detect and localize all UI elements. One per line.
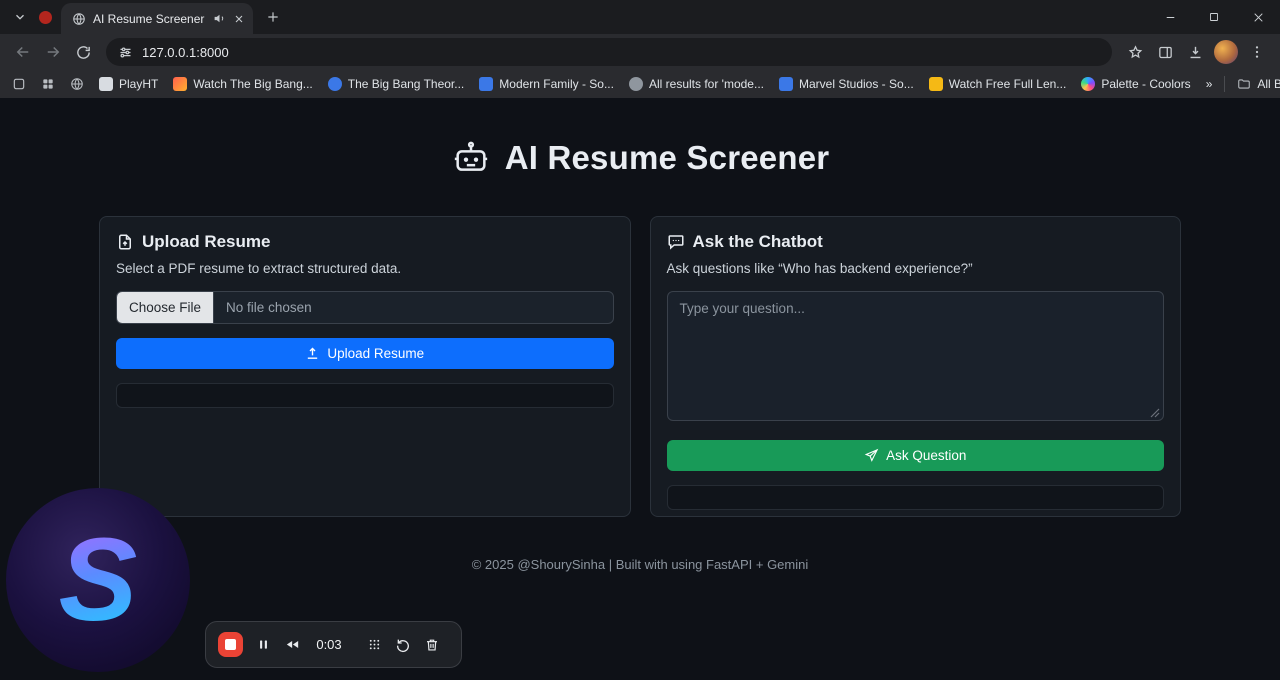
bookmark-label: Watch The Big Bang... <box>193 77 313 91</box>
bookmark-item[interactable]: PlayHT <box>99 77 158 91</box>
tab-search-chevron-icon[interactable] <box>6 3 34 31</box>
tab-favicon-globe-icon <box>72 12 86 26</box>
reload-button[interactable] <box>68 37 98 67</box>
bookmark-item[interactable]: Modern Family - So... <box>479 77 614 91</box>
bookmark-star-icon[interactable] <box>1120 37 1150 67</box>
bookmark-favicon <box>327 77 342 91</box>
upload-arrow-icon <box>308 347 318 359</box>
bookmarks-divider <box>1224 76 1226 92</box>
bookmark-item[interactable]: The Big Bang Theor... <box>327 77 465 91</box>
page-content: AI Resume Screener Upload Resume Select … <box>0 98 1280 680</box>
bookmark-label: PlayHT <box>119 77 159 91</box>
drag-handle-icon[interactable] <box>367 637 382 652</box>
bookmark-label: Watch Free Full Len... <box>948 77 1067 91</box>
bookmark-item[interactable]: Watch Free Full Len... <box>928 77 1067 91</box>
bookmark-favicon <box>173 77 188 91</box>
upload-resume-card: Upload Resume Select a PDF resume to ext… <box>99 216 631 517</box>
rewind-button[interactable] <box>284 636 301 653</box>
window-controls <box>1148 0 1280 34</box>
upload-card-subtitle: Select a PDF resume to extract structure… <box>116 261 402 276</box>
footer-text: © 2025 @ShourySinha | Built with using F… <box>471 557 809 572</box>
bookmark-label: All results for 'mode... <box>648 77 764 91</box>
bookmark-favicon <box>479 77 494 91</box>
question-textarea[interactable] <box>666 291 1164 421</box>
bookmark-favicon <box>628 77 643 91</box>
file-upload-icon <box>119 234 131 250</box>
bookmark-grid-icon[interactable] <box>41 77 55 91</box>
tab-title: AI Resume Screener <box>93 11 205 26</box>
bookmark-favicon <box>778 77 793 91</box>
back-button[interactable] <box>8 37 38 67</box>
page-title: AI Resume Screener <box>504 139 830 176</box>
bookmark-globe-icon[interactable] <box>70 77 84 91</box>
page-header: AI Resume Screener <box>0 98 1280 178</box>
chatbot-card-heading: Ask the Chatbot <box>692 232 823 251</box>
bookmark-label: Marvel Studios - So... <box>798 77 914 91</box>
bookmarks-overflow-chevron[interactable]: » <box>1206 77 1213 91</box>
recording-timer: 0:03 <box>316 637 342 652</box>
bookmark-item[interactable]: Palette - Coolors <box>1081 77 1191 91</box>
tab-audio-icon[interactable] <box>213 12 226 25</box>
bookmark-favicon <box>99 77 113 91</box>
upload-resume-button[interactable]: Upload Resume <box>116 338 614 369</box>
logo-s: S <box>58 514 138 646</box>
bookmark-label: The Big Bang Theor... <box>347 77 465 91</box>
robot-icon <box>454 141 487 171</box>
profile-avatar[interactable] <box>1214 40 1238 64</box>
all-bookmarks-label: All Bookmarks <box>1257 77 1280 91</box>
upload-result-box <box>116 383 614 408</box>
tab-close-icon[interactable] <box>233 13 245 25</box>
address-bar[interactable]: 127.0.0.1:8000 <box>106 38 1112 66</box>
maximize-button[interactable] <box>1192 0 1236 34</box>
bookmark-favicon <box>1081 77 1096 91</box>
download-icon[interactable] <box>1180 37 1210 67</box>
bookmark-favicon <box>928 77 943 91</box>
file-input[interactable]: Choose File No file chosen <box>116 291 614 324</box>
tab-strip: AI Resume Screener <box>0 0 1280 34</box>
upload-card-heading: Upload Resume <box>142 232 271 251</box>
new-tab-button[interactable] <box>259 3 287 31</box>
bookmark-label: Palette - Coolors <box>1101 77 1191 91</box>
folder-icon <box>1238 79 1251 89</box>
site-info-icon[interactable] <box>118 45 133 60</box>
restart-recording-button[interactable] <box>395 637 411 653</box>
url-text: 127.0.0.1:8000 <box>142 44 229 60</box>
webcam-overlay: S <box>6 488 190 672</box>
browser-toolbar: 127.0.0.1:8000 <box>0 34 1280 70</box>
send-icon <box>864 448 879 462</box>
browser-tab[interactable]: AI Resume Screener <box>61 3 253 34</box>
pause-button[interactable] <box>256 637 271 652</box>
bookmark-item[interactable]: Watch The Big Bang... <box>173 77 313 91</box>
menu-kebab-icon[interactable] <box>1242 37 1272 67</box>
chat-result-box <box>666 485 1164 510</box>
bookmark-app-icon[interactable] <box>12 77 26 91</box>
chatbot-card-subtitle: Ask questions like “Who has backend expe… <box>666 261 973 276</box>
choose-file-button[interactable]: Choose File <box>117 292 215 323</box>
chatbot-card: Ask the Chatbot Ask questions like “Who … <box>649 216 1181 517</box>
all-bookmarks-button[interactable]: All Bookmarks <box>1237 77 1280 91</box>
close-window-button[interactable] <box>1236 0 1280 34</box>
delete-recording-button[interactable] <box>424 637 440 653</box>
chat-icon <box>668 235 683 250</box>
stop-recording-button[interactable] <box>218 632 243 657</box>
bookmark-item[interactable]: Marvel Studios - So... <box>778 77 914 91</box>
bookmark-item[interactable]: All results for 'mode... <box>628 77 764 91</box>
ask-question-button[interactable]: Ask Question <box>666 440 1164 471</box>
recording-indicator <box>39 10 52 24</box>
side-panel-icon[interactable] <box>1150 37 1180 67</box>
recorder-toolbar: 0:03 <box>205 621 462 668</box>
minimize-button[interactable] <box>1148 0 1192 34</box>
file-status-text: No file chosen <box>226 300 312 315</box>
bookmarks-bar: PlayHT Watch The Big Bang... The Big Ban… <box>0 70 1280 98</box>
forward-button[interactable] <box>38 37 68 67</box>
bookmark-label: Modern Family - So... <box>499 77 614 91</box>
